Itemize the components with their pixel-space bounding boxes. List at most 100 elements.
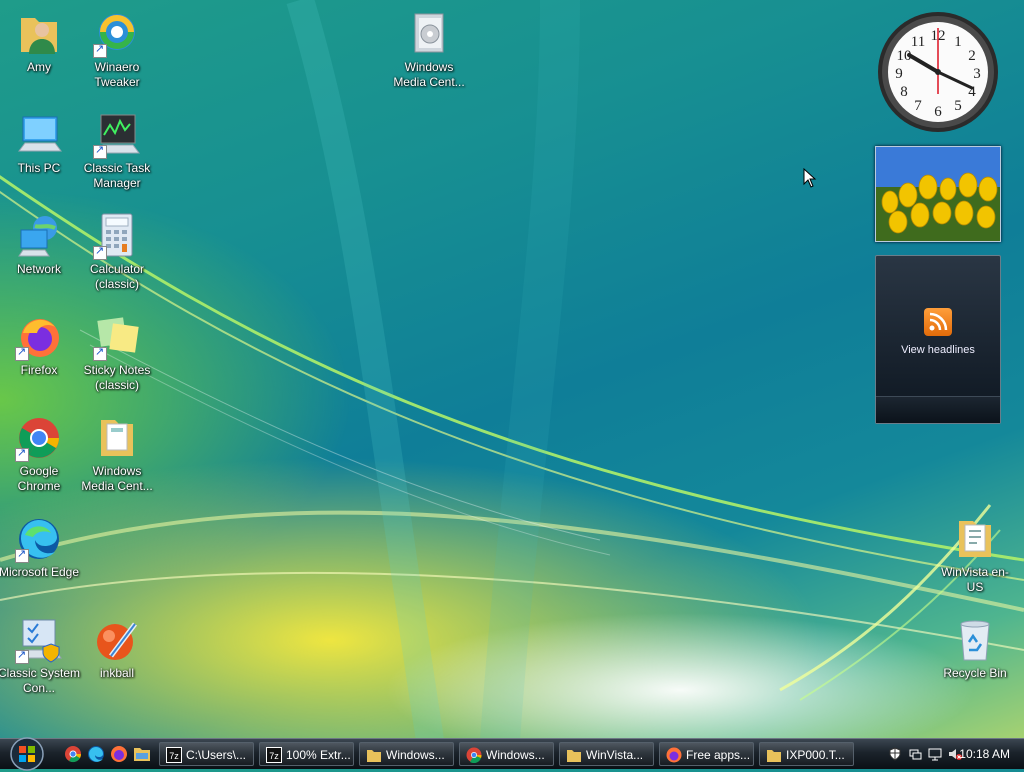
desktop-icon-windows-media-center-folder[interactable]: Windows Media Cent...	[76, 414, 158, 494]
shortcut-arrow-icon	[15, 648, 29, 664]
desktop-icon-network[interactable]: Network	[0, 212, 80, 277]
desktop-icon-winaero-tweaker[interactable]: Winaero Tweaker	[76, 10, 158, 90]
folder-icon	[951, 515, 999, 563]
taskbar-button-label: C:\Users\...	[186, 748, 247, 762]
network-icon	[15, 212, 63, 260]
shortcut-arrow-icon	[93, 143, 107, 159]
desktop-icon-label: Microsoft Edge	[0, 565, 80, 579]
taskbar-button-label: 100% Extr...	[286, 748, 351, 762]
system-tray: 10:18 AM	[868, 739, 1024, 769]
quick-launch-chrome-icon[interactable]	[64, 745, 82, 763]
feed-gadget-toolbar	[876, 396, 1000, 423]
desktop-icon-microsoft-edge[interactable]: Microsoft Edge	[0, 515, 80, 580]
clock-numeral: 5	[954, 98, 962, 114]
desktop-icon-classic-task-manager[interactable]: Classic Task Manager	[76, 111, 158, 191]
desktop-icon-label: Network	[16, 262, 61, 276]
clock-numeral: 8	[900, 84, 908, 100]
desktop-icon-calculator[interactable]: Calculator (classic)	[76, 212, 158, 292]
network-status-icon[interactable]	[908, 747, 922, 761]
taskbar-button-windows-chrome[interactable]: Windows...	[459, 742, 554, 766]
recycle-bin-icon	[951, 616, 999, 664]
desktop-icon-this-pc[interactable]: This PC	[0, 111, 80, 176]
firefox-icon	[666, 747, 682, 763]
view-headlines-link[interactable]: View headlines	[876, 344, 1000, 356]
desktop-icon-winvista-en-us[interactable]: WinVista en-US	[934, 515, 1016, 595]
taskbar-button-7zip-extract[interactable]: 7z 100% Extr...	[259, 742, 354, 766]
desktop-icon-label: Sticky Notes (classic)	[83, 363, 151, 392]
chrome-icon	[15, 414, 63, 462]
taskbar-clock[interactable]: 10:18 AM	[959, 739, 1010, 769]
desktop-icon-label: Classic System Con...	[0, 666, 81, 695]
taskbar-button-label: IXP000.T...	[786, 748, 845, 762]
shortcut-arrow-icon	[93, 42, 107, 58]
desktop-icon-sticky-notes[interactable]: Sticky Notes (classic)	[76, 313, 158, 393]
mouse-cursor-icon	[803, 168, 817, 188]
desktop-icon-firefox[interactable]: Firefox	[0, 313, 80, 378]
control-panel-icon	[15, 616, 63, 664]
computer-icon	[15, 111, 63, 159]
folder-icon	[567, 750, 581, 762]
desktop-icon-label: Calculator (classic)	[89, 262, 145, 291]
svg-text:7z: 7z	[269, 751, 279, 761]
desktop-icon-label: Amy	[27, 60, 51, 74]
firefox-icon	[15, 313, 63, 361]
svg-text:7z: 7z	[169, 751, 179, 761]
media-center-icon	[405, 10, 453, 58]
desktop-icon-label: Google Chrome	[17, 464, 61, 493]
rss-feed-icon	[924, 308, 952, 336]
clock-numeral: 6	[934, 104, 942, 120]
folder-icon	[93, 414, 141, 462]
slideshow-gadget[interactable]	[875, 146, 1001, 242]
shortcut-arrow-icon	[15, 547, 29, 563]
feed-headlines-gadget[interactable]: View headlines	[875, 255, 1001, 424]
taskbar-button-windows-folder[interactable]: Windows...	[359, 742, 454, 766]
desktop-icon-recycle-bin[interactable]: Recycle Bin	[934, 616, 1016, 681]
security-icon[interactable]	[888, 747, 902, 761]
taskbar-button-label: Windows...	[386, 748, 445, 762]
clock-gadget[interactable]: 12 1 2 3 4 5 6 7 8 9 10 11	[876, 10, 1000, 134]
desktop-icon-amy[interactable]: Amy	[0, 10, 80, 75]
taskbar-button-label: Free apps...	[686, 748, 751, 762]
taskbar-button-winvista-folder[interactable]: WinVista...	[559, 742, 654, 766]
desktop-icon-inkball[interactable]: inkball	[76, 616, 158, 681]
inkball-icon	[93, 616, 141, 664]
shortcut-arrow-icon	[15, 345, 29, 361]
taskbar-button-label: WinVista...	[586, 748, 644, 762]
desktop-icon-label: Winaero Tweaker	[94, 60, 140, 89]
taskbar-button-free-apps-firefox[interactable]: Free apps...	[659, 742, 754, 766]
task-manager-icon	[93, 111, 141, 159]
quick-launch-firefox-icon[interactable]	[110, 745, 128, 763]
taskbar-button-label: Windows...	[486, 748, 545, 762]
desktop-icon-label: Windows Media Cent...	[393, 60, 465, 89]
taskbar-button-ixp000-folder[interactable]: IXP000.T...	[759, 742, 854, 766]
taskbar: 7z C:\Users\... 7z 100% Extr... Windows.…	[0, 736, 1024, 772]
7zip-icon: 7z	[166, 747, 182, 763]
folder-icon	[367, 750, 381, 762]
quick-launch-edge-icon[interactable]	[87, 745, 105, 763]
desktop-icon-label: Windows Media Cent...	[81, 464, 153, 493]
clock-numeral: 1	[954, 34, 962, 50]
desktop-icon-classic-system-config[interactable]: Classic System Con...	[0, 616, 80, 696]
taskbar-button-7zip-path[interactable]: 7z C:\Users\...	[159, 742, 254, 766]
desktop-icon-label: Recycle Bin	[943, 666, 1007, 680]
start-button[interactable]	[8, 736, 46, 772]
user-folder-icon	[15, 10, 63, 58]
folder-icon	[767, 750, 781, 762]
quick-launch-explorer-icon[interactable]	[133, 745, 151, 763]
desktop-icon-label: inkball	[99, 666, 135, 680]
display-icon[interactable]	[928, 747, 942, 761]
desktop-icon-label: Classic Task Manager	[83, 161, 151, 190]
7zip-icon: 7z	[266, 747, 282, 763]
desktop-icon-label: WinVista en-US	[941, 565, 1009, 594]
desktop-icon-google-chrome[interactable]: Google Chrome	[0, 414, 80, 494]
clock-numeral: 11	[911, 34, 925, 50]
clock-numeral: 3	[973, 66, 981, 82]
shortcut-arrow-icon	[15, 446, 29, 462]
desktop-icon-label: Firefox	[20, 363, 58, 377]
desktop-icon-windows-media-center[interactable]: Windows Media Cent...	[388, 10, 470, 90]
clock-numeral: 7	[914, 98, 922, 114]
winaero-tweaker-icon	[93, 10, 141, 58]
clock-numeral: 9	[895, 66, 903, 82]
clock-numeral: 2	[968, 48, 976, 64]
desktop-icon-label: This PC	[17, 161, 61, 175]
